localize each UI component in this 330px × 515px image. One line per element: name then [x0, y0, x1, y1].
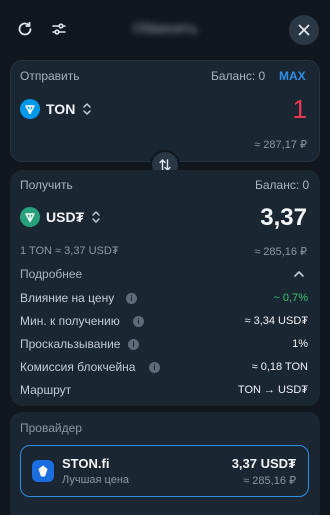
settings-button[interactable] — [46, 16, 72, 42]
receive-balance: Баланс: 0 — [255, 178, 310, 192]
max-button[interactable]: MAX — [279, 69, 306, 83]
detail-row-slippage: Проскальзывание i 1% — [20, 337, 308, 360]
detail-value: TON → USD₮ — [237, 384, 308, 396]
stonfi-logo-icon — [32, 460, 54, 482]
chevron-updown-icon — [83, 103, 92, 115]
chevron-up-icon — [294, 271, 304, 277]
detail-row-network-fee: Комиссия блокчейна i ≈ 0,18 TON — [20, 360, 308, 383]
detail-value: ≈ 0,18 TON — [251, 361, 308, 373]
usdt-icon — [20, 207, 40, 227]
chevron-updown-icon — [92, 211, 100, 223]
detail-value: 1% — [292, 338, 308, 350]
send-amount-input[interactable]: 1 — [293, 94, 307, 125]
details-list: Влияние на цену i ~ 0,7% Мин. к получени… — [20, 291, 308, 406]
provider-name: STON.fi — [62, 456, 110, 471]
detail-value: ≈ 3,34 USD₮ — [244, 315, 308, 327]
info-icon[interactable]: i — [128, 339, 139, 350]
send-balance: Баланс: 0 — [211, 69, 266, 83]
provider-option-stonfi[interactable]: STON.fi Лучшая цена 3,37 USD₮ ≈ 285,16 ₽ — [20, 445, 309, 497]
close-icon — [298, 24, 310, 36]
detail-value: ~ 0,7% — [273, 292, 308, 304]
detail-label: Комиссия блокчейна — [20, 360, 136, 374]
exchange-rate: 1 TON ≈ 3,37 USD₮ — [20, 245, 119, 257]
detail-label: Мин. к получению — [20, 314, 120, 328]
receive-token-name: USD₮ — [46, 209, 85, 225]
receive-token-selector[interactable]: USD₮ — [20, 207, 102, 227]
detail-label: Влияние на цену — [20, 291, 115, 305]
detail-row-price-impact: Влияние на цену i ~ 0,7% — [20, 291, 308, 314]
send-token-selector[interactable]: TON — [20, 99, 93, 119]
send-fiat-value: ≈ 287,17 ₽ — [254, 139, 307, 151]
page-title: Обменять — [132, 20, 198, 36]
receive-amount: 3,37 — [260, 204, 307, 231]
provider-tagline: Лучшая цена — [62, 474, 130, 486]
receive-label: Получить — [20, 178, 73, 192]
receive-fiat-value: ≈ 285,16 ₽ — [254, 246, 307, 258]
info-icon[interactable]: i — [126, 293, 137, 304]
refresh-button[interactable] — [12, 16, 38, 42]
refresh-icon — [18, 21, 32, 36]
ton-icon — [20, 99, 40, 119]
sliders-icon — [52, 23, 66, 35]
send-token-name: TON — [46, 101, 76, 117]
provider-section-label: Провайдер — [20, 421, 82, 435]
details-toggle-label: Подробнее — [20, 267, 83, 281]
info-icon[interactable]: i — [149, 362, 160, 373]
provider-amount: 3,37 USD₮ — [231, 456, 296, 471]
detail-label: Проскальзывание — [20, 337, 121, 351]
detail-row-route: Маршрут TON → USD₮ — [20, 383, 308, 406]
send-label: Отправить — [20, 69, 80, 83]
close-button[interactable] — [289, 15, 319, 45]
provider-fiat: ≈ 285,16 ₽ — [243, 475, 296, 487]
detail-label: Маршрут — [20, 383, 72, 397]
details-toggle[interactable]: Подробнее — [20, 267, 310, 283]
info-icon[interactable]: i — [133, 316, 144, 327]
detail-row-min-received: Мин. к получению i ≈ 3,34 USD₮ — [20, 314, 308, 337]
